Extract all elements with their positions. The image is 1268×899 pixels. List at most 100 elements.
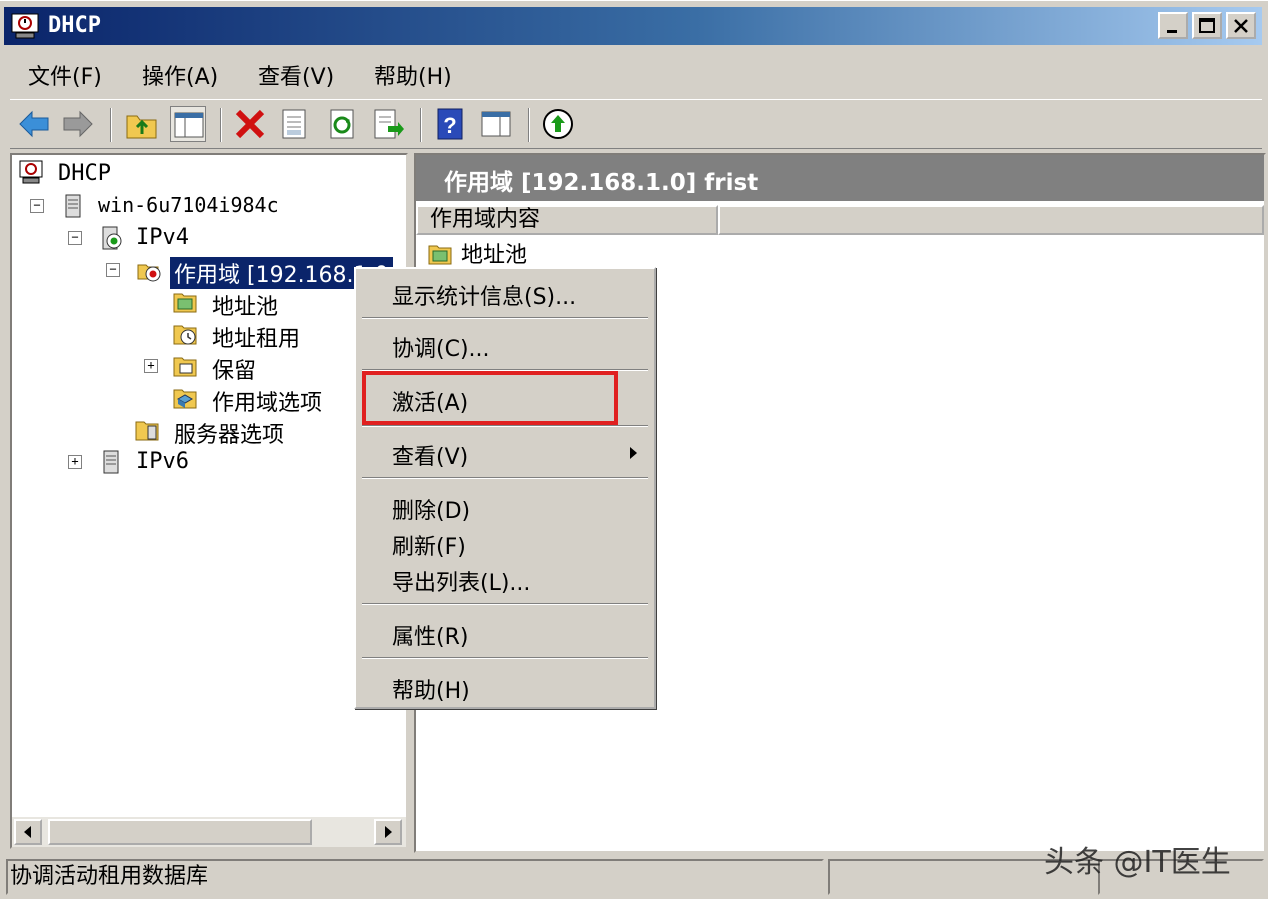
list-item-address-pool[interactable]: 地址池 bbox=[426, 237, 527, 269]
scope-options-icon bbox=[173, 389, 197, 409]
export-list-button[interactable] bbox=[370, 106, 406, 142]
tree-label: IPv6 bbox=[136, 449, 189, 474]
activate-button[interactable] bbox=[540, 106, 576, 142]
close-button[interactable] bbox=[1226, 12, 1256, 39]
scroll-right-button[interactable] bbox=[374, 819, 402, 845]
toolbar-separator bbox=[110, 108, 112, 142]
tree-label: 作用域选项 bbox=[212, 391, 323, 416]
menu-separator bbox=[362, 425, 648, 427]
collapse-toggle[interactable]: − bbox=[30, 199, 44, 213]
show-hide-action-icon bbox=[481, 111, 511, 137]
refresh-button[interactable] bbox=[324, 106, 360, 142]
server-icon bbox=[65, 194, 81, 218]
submenu-arrow-icon bbox=[630, 447, 637, 459]
menu-file[interactable]: 文件(F) bbox=[28, 59, 102, 91]
address-pool-icon bbox=[173, 293, 197, 313]
menu-action[interactable]: 操作(A) bbox=[142, 59, 218, 91]
forward-arrow-icon bbox=[63, 110, 93, 138]
menu-view[interactable]: 查看(V) bbox=[258, 59, 334, 91]
tree-node-address-leases[interactable]: 地址租用 bbox=[172, 319, 372, 352]
tree-label: IPv4 bbox=[136, 225, 189, 250]
tree-node-server[interactable]: − win-6u7104i984c bbox=[26, 191, 326, 221]
up-folder-icon bbox=[126, 115, 157, 139]
status-text: 协调活动租用数据库 bbox=[6, 859, 824, 895]
tree-label: win-6u7104i984c bbox=[98, 193, 279, 217]
toolbar-separator bbox=[220, 108, 222, 142]
tree-node-ipv4[interactable]: − IPv4 bbox=[64, 223, 264, 253]
menu-item-export-list[interactable]: 导出列表(L)... bbox=[392, 565, 530, 597]
close-icon bbox=[1234, 19, 1248, 33]
ipv4-server-icon bbox=[102, 226, 122, 250]
list-item-label: 地址池 bbox=[461, 243, 528, 268]
menu-item-properties[interactable]: 属性(R) bbox=[392, 619, 468, 651]
maximize-icon bbox=[1199, 18, 1215, 33]
dhcp-window: DHCP 文件(F) 操作(A) 查看(V) 帮助(H) ? DHCP − wi… bbox=[0, 0, 1268, 899]
up-one-level-button[interactable] bbox=[124, 106, 160, 142]
menu-item-refresh[interactable]: 刷新(F) bbox=[392, 529, 466, 561]
title-bar: DHCP bbox=[4, 7, 1262, 45]
delete-button[interactable] bbox=[232, 106, 268, 142]
maximize-button[interactable] bbox=[1192, 12, 1222, 39]
properties-icon bbox=[282, 109, 306, 139]
menu-separator bbox=[362, 657, 648, 659]
scroll-thumb[interactable] bbox=[48, 819, 312, 845]
collapse-toggle[interactable]: − bbox=[106, 263, 120, 277]
show-hide-tree-icon bbox=[174, 112, 204, 138]
menu-item-reconcile[interactable]: 协调(C)... bbox=[392, 331, 490, 363]
address-leases-icon bbox=[173, 325, 197, 345]
menu-separator bbox=[362, 317, 648, 319]
back-arrow-icon bbox=[19, 110, 49, 138]
toolbar-separator bbox=[420, 108, 422, 142]
console-tree: DHCP − win-6u7104i984c − IPv4 − 作用域 [192… bbox=[10, 153, 408, 849]
tree-node-ipv6[interactable]: + IPv6 bbox=[64, 447, 264, 477]
menu-help[interactable]: 帮助(H) bbox=[374, 59, 452, 91]
delete-icon bbox=[235, 109, 265, 139]
tree-label: 保留 bbox=[212, 359, 257, 384]
expand-toggle[interactable]: + bbox=[68, 455, 82, 469]
activate-icon bbox=[543, 109, 573, 139]
triangle-right-icon bbox=[385, 826, 392, 838]
scope-icon bbox=[137, 264, 161, 282]
details-title: 作用域 [192.168.1.0] frist bbox=[444, 170, 759, 196]
tree-label: 地址池 bbox=[212, 295, 279, 320]
triangle-left-icon bbox=[24, 826, 31, 838]
expand-toggle[interactable]: + bbox=[144, 359, 158, 373]
export-list-icon bbox=[374, 109, 404, 139]
menu-item-delete[interactable]: 删除(D) bbox=[392, 493, 470, 525]
menu-bar: 文件(F) 操作(A) 查看(V) 帮助(H) bbox=[10, 51, 1260, 95]
tree-node-dhcp[interactable]: DHCP bbox=[18, 159, 218, 189]
help-icon: ? bbox=[437, 108, 463, 140]
dhcp-icon bbox=[19, 160, 43, 184]
show-hide-tree-button[interactable] bbox=[170, 106, 206, 142]
window-title: DHCP bbox=[48, 13, 101, 38]
column-header-empty[interactable] bbox=[718, 205, 1264, 235]
menu-item-view[interactable]: 查看(V) bbox=[392, 439, 468, 471]
reservations-icon bbox=[173, 357, 197, 377]
show-hide-action-pane-button[interactable] bbox=[478, 106, 514, 142]
details-header: 作用域 [192.168.1.0] frist bbox=[416, 155, 1264, 201]
menu-item-help[interactable]: 帮助(H) bbox=[392, 673, 470, 705]
tree-label: 服务器选项 bbox=[174, 423, 285, 448]
minimize-button[interactable] bbox=[1158, 12, 1188, 39]
tree-node-address-pool[interactable]: 地址池 bbox=[172, 287, 372, 320]
minimize-icon bbox=[1167, 30, 1177, 33]
server-options-icon bbox=[135, 421, 159, 441]
column-header-scope-contents[interactable]: 作用域内容 bbox=[416, 205, 718, 235]
menu-separator bbox=[362, 477, 648, 479]
toolbar-separator bbox=[528, 108, 530, 142]
help-button[interactable]: ? bbox=[432, 106, 468, 142]
dhcp-app-icon bbox=[11, 13, 39, 39]
scroll-left-button[interactable] bbox=[14, 819, 42, 845]
properties-button[interactable] bbox=[276, 106, 312, 142]
context-menu: 显示统计信息(S)... 协调(C)... 激活(A) 查看(V) 删除(D) … bbox=[354, 267, 656, 709]
tree-label: 地址租用 bbox=[212, 327, 301, 352]
tree-node-server-options[interactable]: 服务器选项 bbox=[134, 415, 354, 448]
menu-item-show-statistics[interactable]: 显示统计信息(S)... bbox=[392, 279, 576, 311]
collapse-toggle[interactable]: − bbox=[68, 231, 82, 245]
tree-node-reservations[interactable]: + 保留 bbox=[140, 351, 360, 384]
toolbar: ? bbox=[10, 99, 1262, 149]
forward-button[interactable] bbox=[60, 106, 96, 142]
back-button[interactable] bbox=[16, 106, 52, 142]
tree-horizontal-scrollbar[interactable] bbox=[12, 817, 406, 847]
address-pool-icon bbox=[428, 245, 452, 265]
